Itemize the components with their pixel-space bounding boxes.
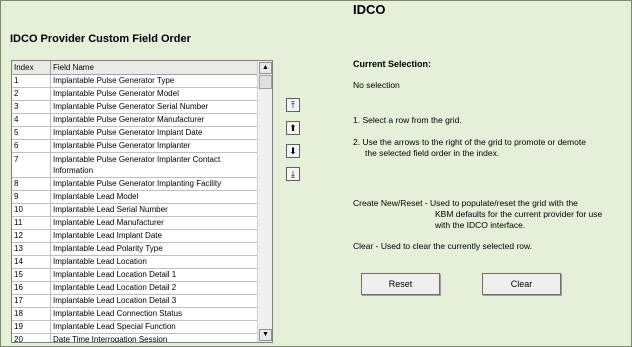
cell-field-name: Implantable Pulse Generator Implanting F…: [53, 179, 222, 188]
cell-field-name: Implantable Lead Special Function: [53, 322, 176, 331]
cell-field-name: Implantable Pulse Generator Implanter: [53, 141, 191, 150]
cell-field-name: Implantable Lead Location Detail 3: [53, 296, 177, 305]
cell-index: 20: [12, 334, 51, 342]
clear-description: Clear - Used to clear the currently sele…: [353, 241, 533, 251]
table-row[interactable]: 15 Implantable Lead Location Detail 1: [12, 269, 257, 282]
table-row[interactable]: 9 Implantable Lead Model: [12, 191, 257, 204]
cell-index: 9: [12, 191, 51, 203]
cell-index: 15: [12, 269, 51, 281]
table-row[interactable]: 3 Implantable Pulse Generator Serial Numb…: [12, 101, 257, 114]
cell-field-name: Implantable Pulse Generator Implant Date: [53, 128, 203, 137]
cell-index: 11: [12, 217, 51, 229]
cell-index: 2: [12, 88, 51, 100]
table-row[interactable]: 5 Implantable Pulse Generator Implant Dat…: [12, 127, 257, 140]
scroll-thumb[interactable]: [259, 75, 272, 89]
cell-index: 1: [12, 75, 51, 87]
table-row[interactable]: 19 Implantable Lead Special Function: [12, 321, 257, 334]
move-down-button[interactable]: ⬇: [286, 144, 300, 158]
app-title: IDCO: [353, 2, 386, 17]
cell-index: 17: [12, 295, 51, 307]
current-selection-value: No selection: [353, 80, 400, 90]
arrow-to-bottom-icon: ⤓: [291, 169, 295, 179]
table-row[interactable]: 8 Implantable Pulse Generator Implanting …: [12, 178, 257, 191]
create-new-description-3: with the IDCO interface.: [435, 220, 526, 230]
table-row[interactable]: 14 Implantable Lead Location: [12, 256, 257, 269]
table-row[interactable]: 20 Date Time Interrogation Session: [12, 334, 257, 343]
cell-index: 10: [12, 204, 51, 216]
reset-button[interactable]: Reset: [361, 273, 440, 295]
table-row[interactable]: 4 Implantable Pulse Generator Manufacture…: [12, 114, 257, 127]
table-row[interactable]: 18 Implantable Lead Connection Status: [12, 308, 257, 321]
arrow-up-icon: ⬆: [289, 123, 297, 133]
column-header-field-name[interactable]: Field Name: [51, 61, 257, 74]
create-new-description: Create New/Reset - Used to populate/rese…: [353, 198, 578, 208]
table-row[interactable]: 2 Implantable Pulse Generator Model: [12, 88, 257, 101]
table-row[interactable]: 13 Implantable Lead Polarity Type: [12, 243, 257, 256]
cell-field-name: Implantable Lead Manufacturer: [53, 218, 164, 227]
arrow-down-icon: ⬇: [289, 146, 297, 156]
app-window: IDCO IDCO Provider Custom Field Order In…: [0, 0, 632, 347]
cell-index: 6: [12, 140, 51, 152]
cell-field-name: Implantable Lead Implant Date: [53, 231, 162, 240]
table-row[interactable]: 7 Implantable Pulse Generator Implanter C…: [12, 153, 257, 178]
cell-index: 4: [12, 114, 51, 126]
grid-header: Index Field Name: [12, 61, 257, 75]
instruction-step-2-cont: the selected field order in the index.: [365, 148, 500, 158]
cell-index: 18: [12, 308, 51, 320]
cell-field-name: Implantable Pulse Generator Type: [53, 76, 175, 85]
cell-field-name: Implantable Pulse Generator Model: [53, 89, 179, 98]
move-up-button[interactable]: ⬆: [286, 121, 300, 135]
grid-scrollbar[interactable]: ▲ ▼: [257, 61, 272, 342]
table-row[interactable]: 1 Implantable Pulse Generator Type: [12, 75, 257, 88]
cell-index: 8: [12, 178, 51, 190]
cell-field-name: Implantable Pulse Generator Implanter Co…: [53, 155, 221, 175]
cell-index: 14: [12, 256, 51, 268]
instruction-step-1: 1. Select a row from the grid.: [353, 115, 462, 125]
move-to-top-button[interactable]: ⤒: [286, 98, 300, 112]
cell-field-name: Implantable Lead Location Detail 2: [53, 283, 177, 292]
create-new-description-2: KBM defaults for the current provider fo…: [435, 209, 603, 219]
move-to-bottom-button[interactable]: ⤓: [286, 167, 300, 181]
cell-field-name: Implantable Lead Model: [53, 192, 139, 201]
table-row[interactable]: 16 Implantable Lead Location Detail 2: [12, 282, 257, 295]
cell-field-name: Date Time Interrogation Session: [53, 335, 168, 343]
cell-field-name: Implantable Lead Location: [53, 257, 147, 266]
cell-field-name: Implantable Lead Connection Status: [53, 309, 182, 318]
cell-index: 13: [12, 243, 51, 255]
cell-field-name: Implantable Pulse Generator Manufacturer: [53, 115, 205, 124]
table-row[interactable]: 11 Implantable Lead Manufacturer: [12, 217, 257, 230]
instruction-step-2: 2. Use the arrows to the right of the gr…: [353, 137, 586, 147]
table-row[interactable]: 12 Implantable Lead Implant Date: [12, 230, 257, 243]
table-row[interactable]: 17 Implantable Lead Location Detail 3: [12, 295, 257, 308]
cell-field-name: Implantable Lead Polarity Type: [53, 244, 163, 253]
cell-field-name: Implantable Lead Serial Number: [53, 205, 168, 214]
clear-button[interactable]: Clear: [482, 273, 561, 295]
table-row[interactable]: 6 Implantable Pulse Generator Implanter: [12, 140, 257, 153]
column-header-index[interactable]: Index: [12, 61, 51, 74]
scroll-up-icon[interactable]: ▲: [259, 62, 272, 74]
cell-index: 5: [12, 127, 51, 139]
field-order-grid[interactable]: Index Field Name 1 Implantable Pulse Gene…: [11, 60, 273, 343]
section-title: IDCO Provider Custom Field Order: [10, 33, 191, 45]
cell-field-name: Implantable Pulse Generator Serial Numbe…: [53, 102, 209, 111]
cell-index: 19: [12, 321, 51, 333]
cell-index: 7: [12, 153, 51, 177]
current-selection-label: Current Selection:: [353, 59, 432, 69]
table-row[interactable]: 10 Implantable Lead Serial Number: [12, 204, 257, 217]
cell-index: 12: [12, 230, 51, 242]
scroll-down-icon[interactable]: ▼: [259, 329, 272, 341]
cell-index: 16: [12, 282, 51, 294]
cell-field-name: Implantable Lead Location Detail 1: [53, 270, 177, 279]
arrow-to-top-icon: ⤒: [291, 100, 295, 110]
cell-index: 3: [12, 101, 51, 113]
